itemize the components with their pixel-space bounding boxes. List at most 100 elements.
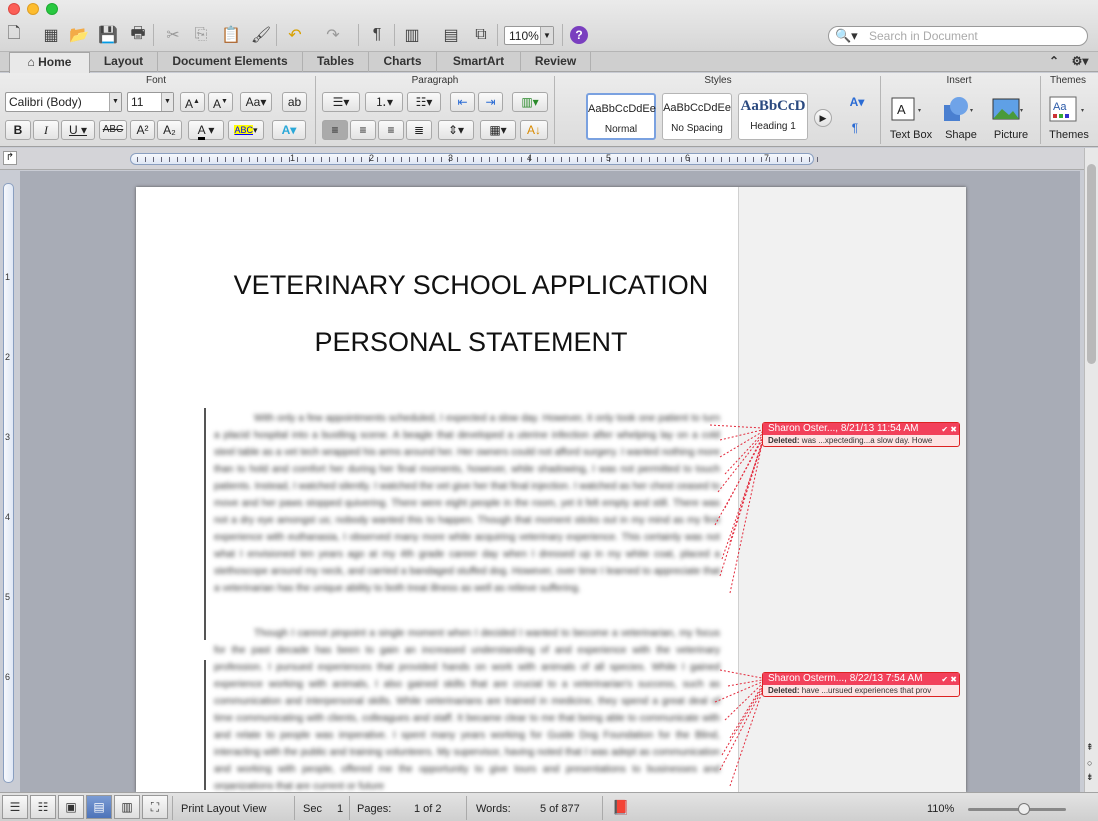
zoom-slider[interactable] — [968, 803, 1066, 815]
paste-icon[interactable]: 📋 — [220, 24, 242, 46]
clear-formatting-button[interactable]: ab — [282, 92, 307, 112]
text-box-icon[interactable]: A — [890, 95, 922, 125]
ruler-tick — [585, 157, 586, 162]
tab-charts[interactable]: Charts — [369, 52, 437, 72]
tab-smartart[interactable]: SmartArt — [437, 52, 521, 72]
tab-review[interactable]: Review — [521, 52, 591, 72]
help-icon[interactable]: ? — [568, 24, 590, 46]
search-input[interactable]: 🔍▾ Search in Document — [828, 26, 1088, 46]
gallery-icon[interactable]: ▦ — [40, 24, 62, 46]
tab-home[interactable]: ⌂ Home — [9, 52, 90, 73]
style-heading-1[interactable]: AaBbCcD Heading 1 — [738, 93, 808, 140]
minimize-window-button[interactable] — [27, 3, 39, 15]
manage-styles-button[interactable]: A▾ — [843, 93, 871, 113]
ruler-tick — [321, 157, 322, 162]
style-normal[interactable]: AaBbCcDdEe Normal — [586, 93, 656, 140]
change-case-button[interactable]: Aa▾ — [240, 92, 272, 112]
numbering-button[interactable]: ⒈▾ — [365, 92, 403, 112]
accept-reject-icons[interactable]: ✔ ✖ — [941, 674, 957, 686]
copy-icon[interactable]: ⎘ — [190, 24, 212, 46]
media-browser-icon[interactable]: ⧉ — [470, 24, 492, 46]
collapse-ribbon-icon[interactable]: ⌃ — [1044, 52, 1064, 72]
vertical-scrollbar[interactable]: ⇞ ○ ⇟ — [1084, 148, 1098, 792]
justify-button[interactable]: ≣ — [406, 120, 432, 140]
toolbox-icon[interactable]: ▤ — [440, 24, 462, 46]
focus-view-icon[interactable]: ⛶ — [142, 795, 168, 819]
styles-pane-button[interactable]: ¶ — [845, 119, 865, 139]
browse-object-icon[interactable]: ○ — [1087, 758, 1092, 768]
align-left-button[interactable]: ≡ — [322, 120, 348, 140]
vertical-ruler[interactable]: 1 2 3 4 5 6 — [3, 183, 14, 783]
line-spacing-button[interactable]: ⇕▾ — [438, 120, 474, 140]
open-icon[interactable]: 📂 — [68, 24, 90, 46]
themes-label[interactable]: Themes — [1044, 129, 1094, 141]
document-title-line-2[interactable]: PERSONAL STATEMENT — [136, 327, 806, 358]
ribbon-settings-icon[interactable]: ⚙▾ — [1066, 52, 1094, 72]
new-document-icon[interactable]: 🗋 — [3, 24, 25, 46]
grow-font-button[interactable]: A▲ — [180, 92, 205, 112]
scrollbar-thumb[interactable] — [1087, 164, 1096, 364]
shape-icon[interactable] — [942, 95, 974, 125]
picture-icon[interactable] — [992, 95, 1024, 125]
font-size-select[interactable]: 11 ▼ — [127, 92, 174, 112]
underline-button[interactable]: U ▾ — [61, 120, 95, 140]
accept-reject-icons[interactable]: ✔ ✖ — [941, 424, 957, 436]
picture-label[interactable]: Picture — [988, 129, 1034, 141]
draft-view-icon[interactable]: ☰ — [2, 795, 28, 819]
superscript-button[interactable]: A² — [130, 120, 155, 140]
subscript-button[interactable]: A₂ — [157, 120, 182, 140]
close-window-button[interactable] — [8, 3, 20, 15]
columns-button[interactable]: ▥▾ — [512, 92, 548, 112]
bold-button[interactable]: B — [5, 120, 31, 140]
tab-document-elements[interactable]: Document Elements — [158, 52, 303, 72]
zoom-window-button[interactable] — [46, 3, 58, 15]
show-formatting-icon[interactable]: ¶ — [366, 24, 388, 46]
save-icon[interactable]: 💾 — [97, 24, 119, 46]
next-page-icon[interactable]: ⇟ — [1086, 772, 1094, 783]
notebook-view-icon[interactable]: ▥ — [114, 795, 140, 819]
tab-layout[interactable]: Layout — [90, 52, 158, 72]
zoom-slider-knob[interactable] — [1018, 803, 1030, 815]
tracked-change-balloon[interactable]: Sharon Oster..., 8/21/13 11:54 AM ✔ ✖ Del… — [762, 422, 960, 447]
shrink-font-button[interactable]: A▼ — [208, 92, 233, 112]
horizontal-ruler[interactable]: 1 2 3 4 5 6 7 — [130, 153, 818, 165]
print-icon[interactable]: 🖶 — [127, 24, 149, 46]
font-color-button[interactable]: A ▾ — [188, 120, 224, 140]
publishing-view-icon[interactable]: ▣ — [58, 795, 84, 819]
text-effects-button[interactable]: A▾ — [272, 120, 306, 140]
text-box-label[interactable]: Text Box — [884, 129, 938, 141]
proofing-icon[interactable]: 📕 — [612, 799, 629, 816]
borders-button[interactable]: ▦▾ — [480, 120, 516, 140]
tab-selector-icon[interactable]: ↱ — [3, 151, 17, 165]
tab-tables[interactable]: Tables — [303, 52, 369, 72]
redo-icon[interactable]: ↷ — [322, 24, 344, 46]
decrease-indent-button[interactable]: ⇤ — [450, 92, 475, 112]
italic-button[interactable]: I — [33, 120, 59, 140]
align-right-button[interactable]: ≡ — [378, 120, 404, 140]
format-painter-icon[interactable]: 🖌 — [250, 24, 272, 46]
paragraph-1[interactable]: With only a few appointments scheduled, … — [214, 410, 720, 620]
previous-page-icon[interactable]: ⇞ — [1086, 742, 1094, 753]
multilevel-list-button[interactable]: ☷▾ — [407, 92, 441, 112]
sidebar-icon[interactable]: ▥ — [401, 24, 423, 46]
document-title-line-1[interactable]: VETERINARY SCHOOL APPLICATION — [136, 270, 806, 301]
increase-indent-button[interactable]: ⇥ — [478, 92, 503, 112]
styles-next-button[interactable]: ▶ — [814, 109, 832, 127]
sort-button[interactable]: A↓ — [520, 120, 548, 140]
highlight-button[interactable]: ABC▾ — [228, 120, 264, 140]
tracked-change-balloon[interactable]: Sharon Osterm..., 8/22/13 7:54 AM ✔ ✖ Del… — [762, 672, 960, 697]
bullets-button[interactable]: ☰▾ — [322, 92, 360, 112]
zoom-select[interactable]: 110% ▼ — [504, 26, 554, 45]
print-layout-view-icon[interactable]: ▤ — [86, 795, 112, 819]
strikethrough-button[interactable]: ABC — [99, 120, 127, 140]
outline-view-icon[interactable]: ☷ — [30, 795, 56, 819]
align-center-button[interactable]: ≡ — [350, 120, 376, 140]
themes-icon[interactable]: Aa — [1048, 95, 1084, 125]
style-no-spacing[interactable]: AaBbCcDdEe No Spacing — [662, 93, 732, 140]
paragraph-2[interactable]: Though I cannot pinpoint a single moment… — [214, 625, 720, 790]
cut-icon[interactable]: ✂ — [162, 24, 184, 46]
shape-label[interactable]: Shape — [938, 129, 984, 141]
font-name-select[interactable]: Calibri (Body) ▼ — [5, 92, 122, 112]
ruler-tick — [681, 157, 682, 162]
undo-icon[interactable]: ↶ — [284, 24, 306, 46]
